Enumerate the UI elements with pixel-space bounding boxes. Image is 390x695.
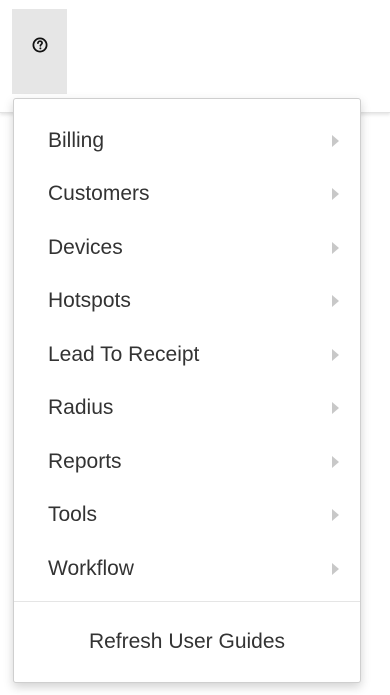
menu-item-label: Workflow xyxy=(48,556,134,580)
chevron-right-icon xyxy=(332,562,339,575)
menu-item-tools[interactable]: Tools xyxy=(14,489,360,543)
menu-item-lead-to-receipt[interactable]: Lead To Receipt xyxy=(14,328,360,382)
menu-item-label: Radius xyxy=(48,396,114,420)
menu-list: Billing Customers Devices Hotspots Lead … xyxy=(14,99,360,596)
menu-item-label: Tools xyxy=(48,503,98,527)
menu-item-label: Reports xyxy=(48,449,122,473)
menu-item-label: Hotspots xyxy=(48,289,131,313)
menu-item-label: Devices xyxy=(48,235,123,259)
menu-item-workflow[interactable]: Workflow xyxy=(14,542,360,596)
chevron-right-icon xyxy=(332,455,339,468)
menu-item-customers[interactable]: Customers xyxy=(14,168,360,222)
chevron-right-icon xyxy=(332,241,339,254)
menu-item-radius[interactable]: Radius xyxy=(14,382,360,436)
menu-item-reports[interactable]: Reports xyxy=(14,435,360,489)
help-button[interactable] xyxy=(12,9,67,94)
menu-item-billing[interactable]: Billing xyxy=(14,114,360,168)
chevron-right-icon xyxy=(332,188,339,201)
menu-item-label: Billing xyxy=(48,128,105,152)
chevron-right-icon xyxy=(332,348,339,361)
menu-item-hotspots[interactable]: Hotspots xyxy=(14,275,360,329)
question-circle-icon xyxy=(32,37,48,53)
menu-item-devices[interactable]: Devices xyxy=(14,221,360,275)
help-dropdown-menu: Billing Customers Devices Hotspots Lead … xyxy=(13,98,361,683)
top-bar xyxy=(0,0,390,113)
refresh-user-guides-button[interactable]: Refresh User Guides xyxy=(14,614,360,670)
chevron-right-icon xyxy=(332,509,339,522)
menu-divider xyxy=(14,601,360,602)
menu-item-label: Customers xyxy=(48,182,150,206)
menu-item-label: Lead To Receipt xyxy=(48,342,200,366)
chevron-right-icon xyxy=(332,402,339,415)
chevron-right-icon xyxy=(332,134,339,147)
chevron-right-icon xyxy=(332,295,339,308)
